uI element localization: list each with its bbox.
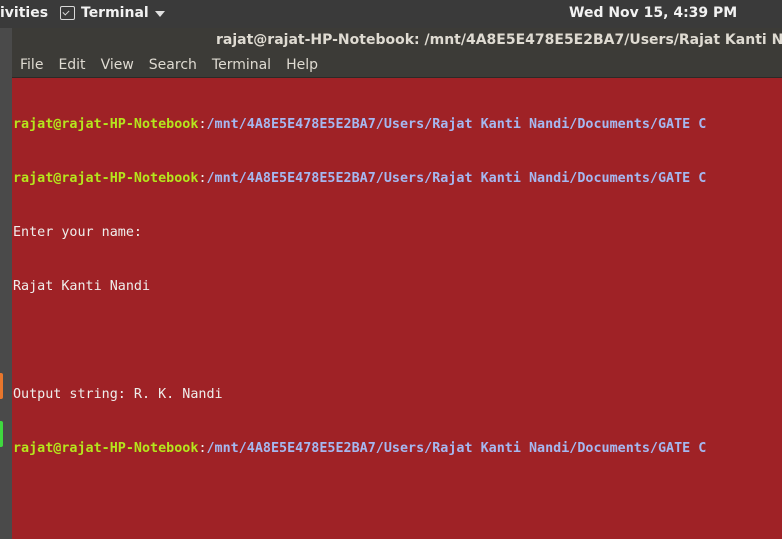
terminal-line: rajat@rajat-HP-Notebook:/mnt/4A8E5E478E5…: [13, 440, 782, 458]
menu-file[interactable]: File: [20, 57, 43, 73]
menu-bar: File Edit View Search Terminal Help: [12, 52, 782, 78]
terminal-line: rajat@rajat-HP-Notebook:/mnt/4A8E5E478E5…: [13, 170, 782, 188]
prompt-separator: :: [198, 441, 207, 456]
dock: [0, 28, 12, 539]
prompt-path: /mnt/4A8E5E478E5E2BA7/Users/Rajat Kanti …: [206, 171, 707, 186]
menu-help[interactable]: Help: [286, 57, 318, 73]
terminal-line: rajat@rajat-HP-Notebook:/mnt/4A8E5E478E5…: [13, 116, 782, 134]
top-bar: ivities Terminal Wed Nov 15, 4:39 PM: [0, 0, 782, 28]
prompt-user: rajat@rajat-HP-Notebook: [13, 171, 199, 186]
app-menu[interactable]: Terminal: [60, 5, 165, 21]
terminal-icon: [60, 6, 75, 20]
menu-edit[interactable]: Edit: [58, 57, 85, 73]
prompt-separator: :: [198, 171, 207, 186]
prompt-path: /mnt/4A8E5E478E5E2BA7/Users/Rajat Kanti …: [206, 117, 707, 132]
chevron-down-icon: [154, 11, 165, 17]
dock-app-indicator-green[interactable]: [0, 421, 3, 447]
window-title: rajat@rajat-HP-Notebook: /mnt/4A8E5E478E…: [12, 28, 782, 52]
clock[interactable]: Wed Nov 15, 4:39 PM: [569, 5, 737, 21]
app-menu-label: Terminal: [81, 5, 149, 21]
terminal-window: rajat@rajat-HP-Notebook: /mnt/4A8E5E478E…: [12, 28, 782, 539]
dock-app-indicator-orange[interactable]: [0, 373, 3, 399]
prompt-user: rajat@rajat-HP-Notebook: [13, 117, 199, 132]
prompt-path: /mnt/4A8E5E478E5E2BA7/Users/Rajat Kanti …: [206, 441, 707, 456]
terminal-line: Output string: R. K. Nandi: [13, 387, 223, 402]
terminal-output[interactable]: rajat@rajat-HP-Notebook:/mnt/4A8E5E478E5…: [12, 79, 782, 539]
prompt-separator: :: [198, 117, 207, 132]
activities-button[interactable]: ivities: [0, 5, 48, 21]
menu-search[interactable]: Search: [149, 57, 197, 73]
menu-terminal[interactable]: Terminal: [212, 57, 271, 73]
terminal-line: Enter your name:: [13, 225, 142, 240]
menu-view[interactable]: View: [101, 57, 134, 73]
prompt-user: rajat@rajat-HP-Notebook: [13, 441, 199, 456]
terminal-line: Rajat Kanti Nandi: [13, 279, 151, 294]
